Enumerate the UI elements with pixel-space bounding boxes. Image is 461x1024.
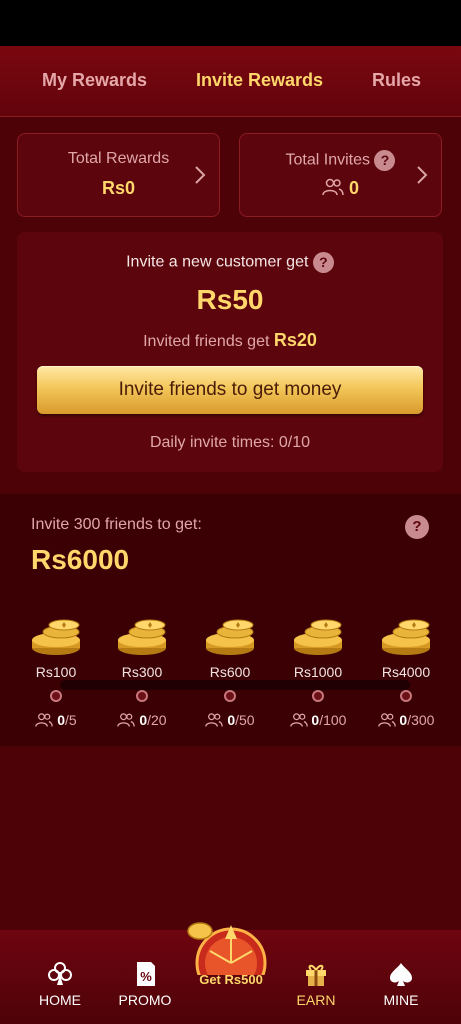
gift-icon: [306, 964, 326, 986]
help-icon[interactable]: ?: [312, 252, 334, 273]
milestone-step-current: 0: [57, 712, 65, 728]
nav-mine[interactable]: MINE: [361, 960, 441, 1008]
tab-my-rewards[interactable]: My Rewards: [42, 70, 147, 91]
milestone-step-progress: 0/5: [16, 712, 96, 728]
milestone-step-target: /5: [65, 712, 77, 728]
get-bonus-label[interactable]: Get Rs500: [186, 972, 276, 987]
milestone-step-target: /300: [407, 712, 435, 728]
status-bar: [0, 0, 461, 46]
milestone-step-amount: Rs600: [209, 664, 251, 680]
nav-home-label: HOME: [39, 992, 81, 1008]
milestone-step: Rs600 0/50: [190, 614, 270, 728]
people-icon: [377, 713, 396, 727]
help-icon[interactable]: ?: [405, 515, 429, 539]
milestone-step-dot: [400, 690, 412, 702]
coupon-icon: %: [137, 962, 155, 986]
coin-stack-icon: [32, 619, 80, 655]
invited-friends-amount: Rs20: [273, 330, 317, 350]
milestone-step-amount: Rs100: [35, 664, 77, 680]
coin-stack-icon: [118, 619, 166, 655]
milestone-step: Rs1000 0/100: [278, 614, 358, 728]
milestone-step-target: /20: [147, 712, 167, 728]
milestone-step-dot: [50, 690, 62, 702]
milestone-step-amount: Rs4000: [381, 664, 431, 680]
milestone-step: Rs100 0/5: [16, 614, 96, 728]
milestone-step: Rs4000 0/300: [366, 614, 446, 728]
milestone-step-progress: 0/50: [190, 712, 270, 728]
invite-title: Invite a new customer get: [126, 253, 309, 271]
nav-promo[interactable]: % PROMO: [105, 960, 185, 1008]
milestone-step-progress: 0/300: [366, 712, 446, 728]
people-icon: [289, 713, 308, 727]
invite-reward-amount: Rs50: [196, 284, 264, 315]
chevron-right-icon: [417, 166, 428, 184]
milestone-step-dot: [312, 690, 324, 702]
milestone-step-dot: [136, 690, 148, 702]
milestone-step-target: /50: [235, 712, 255, 728]
milestone-step-amount: Rs1000: [293, 664, 343, 680]
svg-text:%: %: [140, 969, 152, 984]
milestone-step-target: /100: [319, 712, 347, 728]
milestone-title: Invite 300 friends to get:: [31, 516, 202, 533]
milestone-step-dot: [224, 690, 236, 702]
milestone-step-progress: 0/20: [102, 712, 182, 728]
tab-bar: My Rewards Invite Rewards Rules: [0, 46, 461, 117]
total-invites-label: Total Invites: [285, 151, 371, 169]
nav-home[interactable]: HOME: [20, 960, 100, 1008]
club-icon: [48, 962, 72, 985]
spade-icon: [390, 963, 412, 986]
chevron-right-icon: [195, 166, 206, 184]
people-icon: [322, 178, 344, 196]
milestone-step: Rs300 0/20: [102, 614, 182, 728]
milestone-step-current: 0: [227, 712, 236, 728]
total-invites-value: 0: [349, 178, 360, 198]
total-invites-card[interactable]: Total Invites ? 0: [239, 133, 442, 217]
coin-stack-icon: [382, 619, 430, 655]
total-rewards-label: Total Rewards: [67, 150, 170, 167]
people-icon: [205, 713, 224, 727]
coin-stack-icon: [294, 619, 342, 655]
nav-promo-label: PROMO: [118, 992, 172, 1008]
milestone-step-progress: 0/100: [278, 712, 358, 728]
nav-earn-label: EARN: [296, 992, 336, 1008]
people-icon: [35, 713, 54, 727]
tab-rules[interactable]: Rules: [372, 70, 421, 91]
milestone-step-current: 0: [139, 712, 148, 728]
milestone-step-amount: Rs300: [121, 664, 163, 680]
people-icon: [117, 713, 136, 727]
nav-mine-label: MINE: [383, 992, 419, 1008]
total-rewards-card[interactable]: Total Rewards Rs0: [17, 133, 220, 217]
milestone-amount: Rs6000: [31, 544, 130, 575]
invited-friends-label: Invited friends get: [143, 333, 270, 350]
tab-invite-rewards[interactable]: Invite Rewards: [196, 70, 323, 91]
daily-invite-times: Daily invite times: 0/10: [149, 434, 311, 451]
total-rewards-value: Rs0: [101, 178, 136, 198]
coin-stack-icon: [206, 619, 254, 655]
invite-card: Invite a new customer get ? Rs50 Invited…: [17, 232, 443, 472]
nav-earn[interactable]: EARN: [276, 960, 356, 1008]
invite-friends-button[interactable]: Invite friends to get money: [37, 366, 423, 414]
lucky-wheel-icon[interactable]: [186, 915, 276, 975]
help-icon[interactable]: ?: [374, 150, 396, 171]
